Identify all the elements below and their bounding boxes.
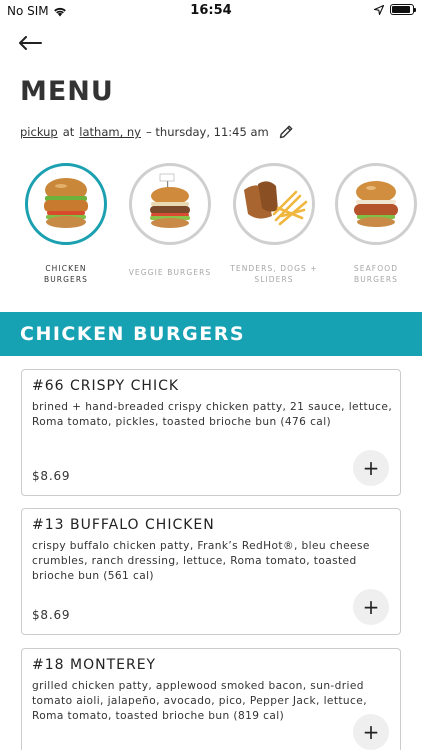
category-carousel: CHICKEN BURGERS VEGGIE BURGERS TENDERS, … [0, 163, 422, 293]
page-title: MENU [20, 76, 114, 107]
menu-item-card[interactable]: #13 BUFFALO CHICKEN crispy buffalo chick… [21, 508, 401, 635]
category-label-line: CHICKEN [45, 264, 87, 273]
category-label-line: SEAFOOD [353, 264, 399, 273]
category-tenders-dogs-sliders[interactable]: TENDERS, DOGS + SLIDERS [224, 163, 324, 285]
category-label: VEGGIE BURGERS [120, 267, 220, 278]
tenders-fries-image [244, 181, 308, 226]
category-image [129, 163, 211, 245]
order-location-link[interactable]: latham, ny [79, 125, 141, 139]
status-bar: No SIM 16:54 [0, 0, 422, 22]
category-seafood-burgers[interactable]: SEAFOOD BURGERS [326, 163, 422, 285]
category-label: SEAFOOD BURGERS [326, 263, 422, 285]
menu-item-description: grilled chicken patty, applewood smoked … [32, 680, 367, 722]
category-image [233, 163, 315, 245]
category-label-line: SLIDERS [254, 275, 294, 284]
category-chicken-burgers[interactable]: CHICKEN BURGERS [16, 163, 116, 285]
menu-item-card[interactable]: #18 MONTEREY grilled chicken patty, appl… [21, 648, 401, 750]
veggie-burger-image [150, 173, 190, 228]
category-image [25, 163, 107, 245]
category-label-line: BURGERS [353, 275, 399, 284]
location-arrow-icon [374, 4, 384, 15]
category-veggie-burgers[interactable]: VEGGIE BURGERS [120, 163, 220, 278]
menu-item-price: $8.69 [32, 469, 71, 483]
arrow-left-icon [19, 36, 42, 50]
menu-item-price: $8.69 [32, 608, 71, 622]
add-item-button[interactable]: + [353, 589, 389, 625]
category-image [335, 163, 417, 245]
status-time: 16:54 [190, 3, 232, 18]
menu-item-description: brined + hand-breaded crispy chicken pat… [32, 401, 393, 428]
category-label-line: TENDERS, DOGS + [230, 264, 318, 273]
category-label-line: VEGGIE BURGERS [128, 268, 212, 277]
order-mode-link[interactable]: pickup [20, 125, 58, 139]
status-right [374, 4, 416, 15]
section-header: CHICKEN BURGERS [0, 312, 422, 356]
order-at-text: at [62, 125, 75, 139]
menu-item-name: #66 CRISPY CHICK [32, 378, 180, 394]
menu-item-name: #18 MONTEREY [32, 657, 157, 673]
pencil-icon[interactable] [278, 124, 294, 140]
menu-item-name: #13 BUFFALO CHICKEN [32, 517, 215, 533]
category-label: CHICKEN BURGERS [16, 263, 116, 285]
menu-item-description: crispy buffalo chicken patty, Frank’s Re… [32, 540, 370, 582]
section-title: CHICKEN BURGERS [20, 323, 246, 345]
chicken-burger-image [44, 178, 88, 228]
back-button[interactable] [18, 30, 46, 56]
order-time-text: – thursday, 11:45 am [145, 125, 269, 139]
menu-item-card[interactable]: #66 CRISPY CHICK brined + hand-breaded c… [21, 369, 401, 496]
category-label-line: BURGERS [43, 275, 89, 284]
add-item-button[interactable]: + [353, 714, 389, 750]
add-item-button[interactable]: + [353, 450, 389, 486]
category-label: TENDERS, DOGS + SLIDERS [224, 263, 324, 285]
order-info: pickup at latham, ny – thursday, 11:45 a… [20, 124, 294, 140]
battery-icon [390, 4, 416, 15]
battery-fill [392, 6, 410, 13]
seafood-burger-image [354, 181, 398, 227]
